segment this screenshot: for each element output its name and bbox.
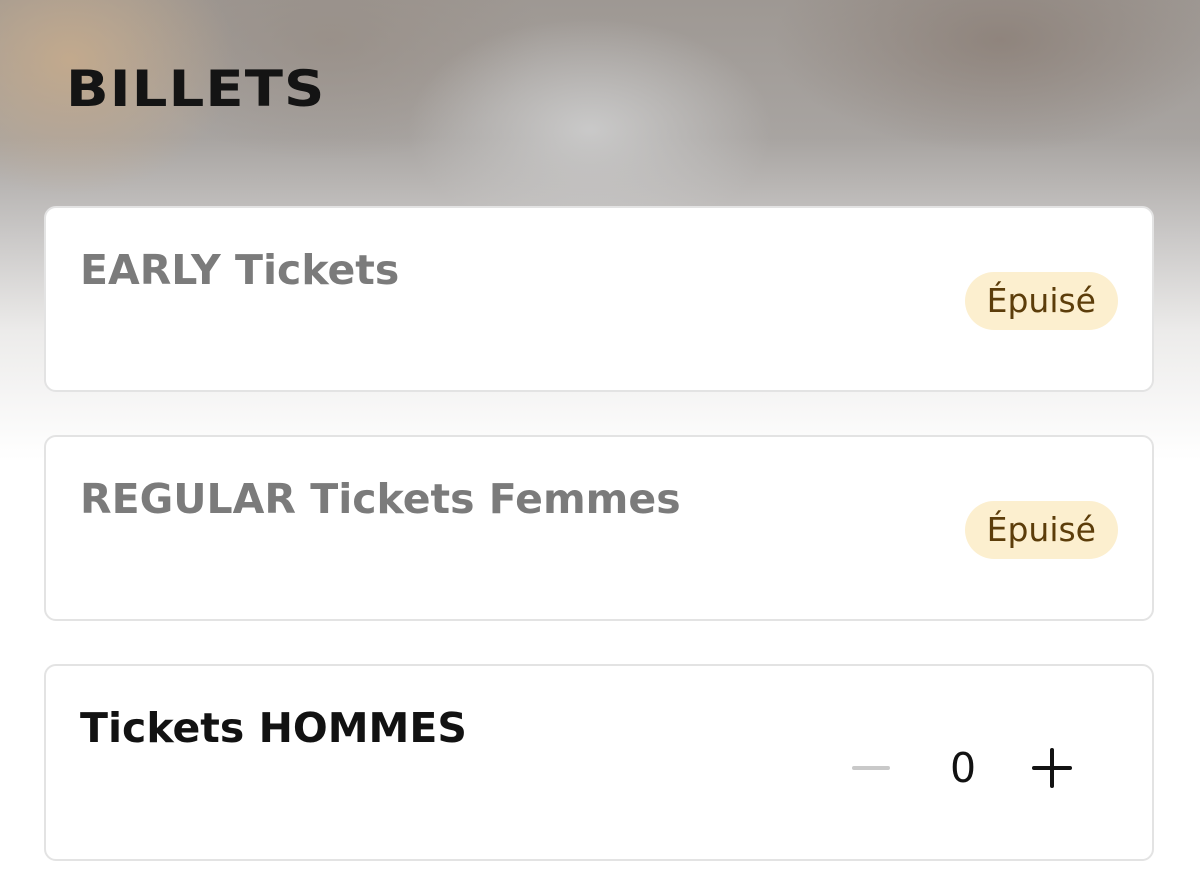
ticket-card-early: EARLY Tickets Épuisé <box>44 206 1154 392</box>
ticket-description <box>80 786 86 804</box>
quantity-value: 0 <box>949 744 977 792</box>
quantity-stepper: 0 <box>842 738 1082 798</box>
ticket-description <box>80 328 86 346</box>
ticket-card-hommes: Tickets HOMMES 0 <box>44 664 1154 861</box>
minus-icon <box>852 766 890 770</box>
ticket-description <box>80 557 86 575</box>
ticket-name: EARLY Tickets <box>80 246 400 294</box>
plus-icon <box>1032 748 1072 788</box>
decrement-button[interactable] <box>842 738 902 798</box>
sold-out-badge: Épuisé <box>964 501 1118 559</box>
page-title: BILLETS <box>66 60 326 118</box>
increment-button[interactable] <box>1022 738 1082 798</box>
ticket-name: REGULAR Tickets Femmes <box>80 475 681 523</box>
sold-out-badge: Épuisé <box>964 272 1118 330</box>
ticket-name: Tickets HOMMES <box>80 704 467 752</box>
ticket-card-regular-femmes: REGULAR Tickets Femmes Épuisé <box>44 435 1154 621</box>
